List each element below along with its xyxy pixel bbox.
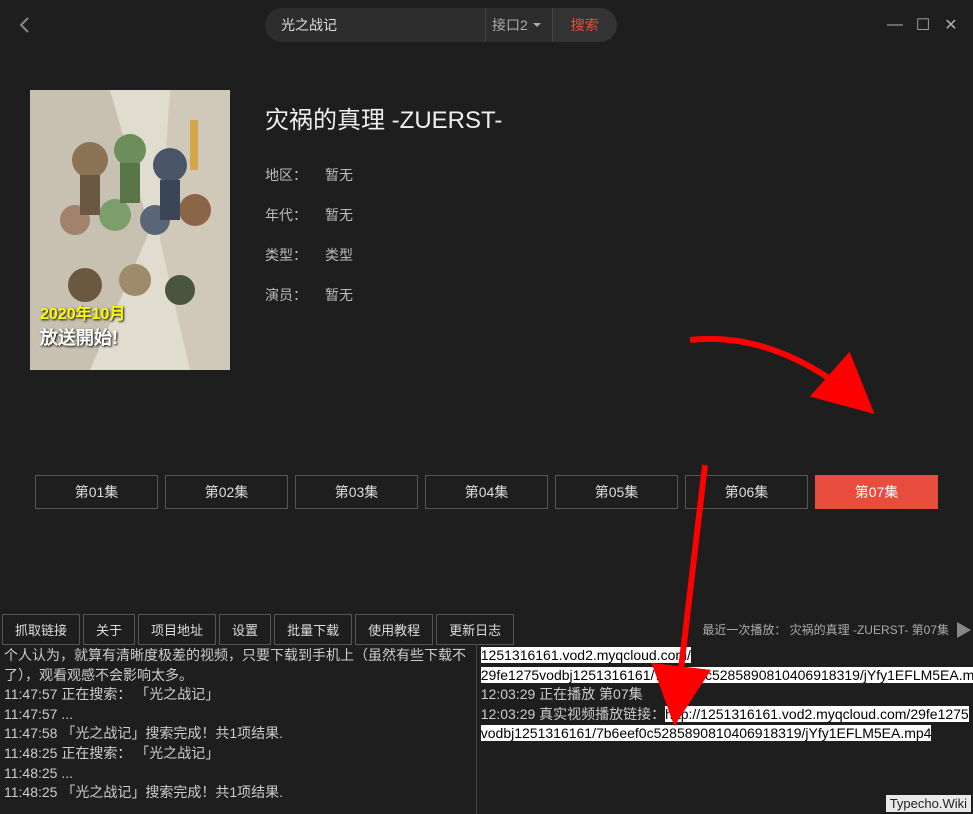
tab-button-1[interactable]: 关于 [83, 614, 135, 645]
close-button[interactable]: ✕ [944, 18, 958, 32]
play-button[interactable] [953, 620, 973, 640]
episode-button-4[interactable]: 第04集 [425, 475, 548, 509]
episode-list: 第01集第02集第03集第04集第05集第06集第07集 [30, 475, 943, 509]
api-selector-label: 接口2 [492, 15, 528, 35]
tab-button-0[interactable]: 抓取链接 [2, 614, 80, 645]
episode-button-2[interactable]: 第02集 [165, 475, 288, 509]
log-line: 12:03:29 正在播放 第07集 [481, 685, 969, 705]
watermark: Typecho.Wiki [886, 795, 971, 812]
tab-button-4[interactable]: 批量下载 [274, 614, 352, 645]
maximize-button[interactable]: ☐ [916, 18, 930, 32]
type-value: 类型 [325, 245, 353, 265]
tab-button-6[interactable]: 更新日志 [436, 614, 514, 645]
type-label: 类型： [265, 245, 325, 265]
region-value: 暂无 [325, 165, 353, 185]
api-selector[interactable]: 接口2 [485, 8, 552, 42]
title: 灾祸的真理 -ZUERST- [265, 100, 502, 135]
poster-image: 2020年10月 放送開始! [30, 90, 230, 370]
tab-bar: 抓取链接关于项目地址设置批量下载使用教程更新日志 最近一次播放： 灾祸的真理 -… [0, 614, 973, 645]
tab-buttons: 抓取链接关于项目地址设置批量下载使用教程更新日志 [0, 614, 517, 645]
chevron-down-icon [532, 20, 542, 30]
log-line: 个人认为，就算有清晰度极差的视频，只要下载到手机上（虽然有些下载不了），观看观感… [4, 646, 472, 685]
log-line: 11:48:25 ... [4, 764, 472, 784]
minimize-button[interactable]: — [888, 18, 902, 32]
search-input[interactable] [265, 17, 485, 33]
log-right-panel: 1251316161.vod2.myqcloud.com/29fe1275vod… [477, 644, 973, 814]
tab-button-5[interactable]: 使用教程 [355, 614, 433, 645]
region-label: 地区： [265, 165, 325, 185]
poster-date: 2020年10月 [40, 300, 125, 324]
last-play-info: 最近一次播放： 灾祸的真理 -ZUERST- 第07集 [702, 621, 949, 638]
log-line: 11:47:58 「光之战记」搜索完成！共1项结果. [4, 724, 472, 744]
tab-button-2[interactable]: 项目地址 [138, 614, 216, 645]
episode-button-6[interactable]: 第06集 [685, 475, 808, 509]
log-line: 12:03:29 真实视频播放链接：http://1251316161.vod2… [481, 705, 969, 744]
log-left-panel: 个人认为，就算有清晰度极差的视频，只要下载到手机上（虽然有些下载不了），观看观感… [0, 644, 477, 814]
log-line: 11:48:25 正在搜索： 「光之战记」 [4, 744, 472, 764]
search-button[interactable]: 搜索 [552, 8, 617, 42]
year-value: 暂无 [325, 205, 353, 225]
log-line: 11:48:25 「光之战记」搜索完成！共1项结果. [4, 783, 472, 803]
log-line: 29fe1275vodbj1251316161/7b6eef0c52858908… [481, 666, 969, 686]
episode-button-1[interactable]: 第01集 [35, 475, 158, 509]
cast-label: 演员： [265, 285, 325, 305]
episode-button-7[interactable]: 第07集 [815, 475, 938, 509]
log-line: 11:47:57 正在搜索： 「光之战记」 [4, 685, 472, 705]
episode-button-5[interactable]: 第05集 [555, 475, 678, 509]
cast-value: 暂无 [325, 285, 353, 305]
year-label: 年代： [265, 205, 325, 225]
poster-broadcast-text: 放送開始! [40, 324, 125, 350]
log-line: 1251316161.vod2.myqcloud.com/ [481, 646, 969, 666]
back-button[interactable] [15, 15, 35, 35]
episode-button-3[interactable]: 第03集 [295, 475, 418, 509]
log-line: 11:47:57 ... [4, 705, 472, 725]
tab-button-3[interactable]: 设置 [219, 614, 271, 645]
